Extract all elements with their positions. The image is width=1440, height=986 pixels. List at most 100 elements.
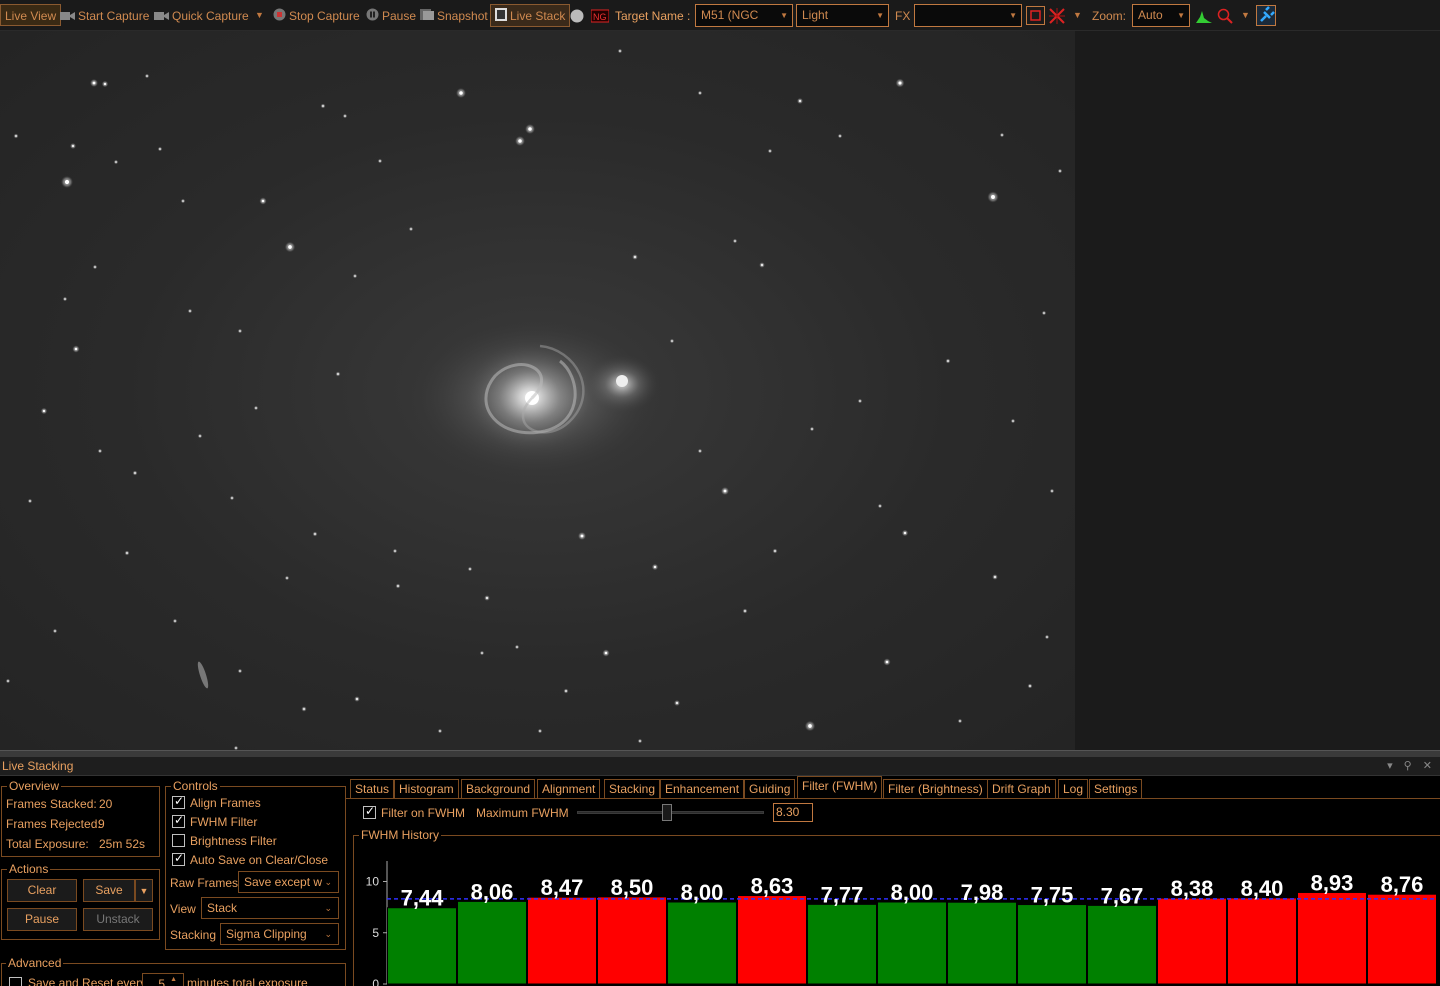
auto-save-checkbox[interactable]: [172, 851, 185, 866]
chevron-down-icon: ▼: [780, 11, 788, 20]
fx-label: FX: [895, 9, 911, 23]
filter-on-fwhm-checkbox[interactable]: [363, 804, 376, 819]
chevron-down-icon[interactable]: ▼: [255, 10, 264, 20]
stacking-select[interactable]: Sigma Clipping ⌄: [220, 923, 339, 945]
tab-status[interactable]: Status: [350, 779, 395, 799]
tab-stacking[interactable]: Stacking: [604, 779, 661, 799]
stack-icon: [495, 6, 507, 28]
frames-stacked-value: 20: [99, 797, 113, 811]
frame-type-value: Light Frames: [802, 8, 829, 22]
quick-capture-label: Quick Capture: [172, 9, 249, 23]
y-tick-label: 5: [372, 926, 379, 940]
bar-value-label: 7,44: [401, 886, 445, 911]
save-menu-button[interactable]: ▼: [135, 879, 153, 902]
cross-icon[interactable]: [1049, 5, 1065, 27]
raw-frames-select[interactable]: Save except w ⌄: [238, 871, 339, 893]
snapshot-label: Snapshot: [437, 9, 488, 23]
raw-frames-label: Raw Frames: [170, 876, 239, 890]
bar-value-label: 8,38: [1171, 876, 1214, 901]
save-button[interactable]: Save: [83, 879, 135, 902]
target-name-value: M51 (NGC 519: [701, 8, 759, 22]
tab-alignment[interactable]: Alignment: [537, 779, 601, 799]
live-view-label: Live View: [5, 9, 57, 23]
save-reset-checkbox[interactable]: [9, 977, 22, 986]
snapshot-icon: [420, 6, 434, 28]
bar-value-label: 8,93: [1311, 870, 1354, 895]
stop-capture-button[interactable]: Stop Capture: [273, 5, 360, 27]
fwhm-filter-checkbox[interactable]: [172, 813, 185, 828]
fwhm-bar: [1367, 893, 1437, 985]
chevron-down-icon: ▼: [1177, 11, 1185, 20]
max-fwhm-input[interactable]: 8.30: [773, 803, 813, 822]
fwhm-bar: [457, 900, 527, 985]
camera-icon: [60, 6, 75, 28]
bar-value-label: 8,06: [471, 879, 514, 904]
tab-filter-fwhm[interactable]: Filter (FWHM): [797, 776, 883, 799]
frames-rejected-value: 9: [98, 817, 105, 831]
reticle-toggle[interactable]: [1026, 6, 1045, 25]
tab-guiding[interactable]: Guiding: [744, 779, 796, 799]
toolbar: Live View Start Capture Quick Capture ▼ …: [0, 0, 1440, 31]
controls-title: Controls: [171, 779, 220, 793]
tab-filter-brightness[interactable]: Filter (Brightness): [883, 779, 988, 799]
chevron-down-icon[interactable]: ▼: [1241, 10, 1250, 20]
tab-log[interactable]: Log: [1058, 779, 1089, 799]
chevron-down-icon: ▼: [139, 886, 149, 896]
start-capture-label: Start Capture: [78, 9, 150, 23]
fwhm-bar: [667, 901, 737, 985]
splitter[interactable]: [0, 750, 1440, 757]
image-viewer[interactable]: [0, 31, 1075, 750]
brightness-filter-checkbox[interactable]: [172, 834, 185, 847]
pause-button[interactable]: Pause: [366, 5, 416, 27]
align-frames-checkbox[interactable]: [172, 794, 185, 809]
view-label: View: [170, 902, 196, 916]
edge-on-galaxy: [197, 661, 209, 689]
zoom-select[interactable]: Auto ▼: [1132, 4, 1190, 27]
live-stack-button[interactable]: Live Stack: [490, 4, 571, 28]
save-reset-value: 5: [158, 977, 165, 986]
raw-frames-value: Save except w: [244, 875, 323, 889]
live-view-button[interactable]: Live View: [0, 4, 62, 26]
tab-enhancement[interactable]: Enhancement: [660, 779, 745, 799]
bar-value-label: 8,00: [681, 880, 724, 905]
tab-settings[interactable]: Settings: [1089, 779, 1143, 799]
moon-icon[interactable]: [570, 5, 584, 27]
tab-background[interactable]: Background: [461, 779, 536, 799]
plug-icon[interactable]: [1256, 5, 1276, 26]
tab-histogram[interactable]: Histogram: [394, 779, 459, 799]
chevron-down-icon[interactable]: ▼: [1073, 10, 1082, 20]
fwhm-bar: [527, 896, 597, 985]
bar-value-label: 7,75: [1031, 883, 1074, 908]
pause-stack-button[interactable]: Pause: [7, 908, 77, 931]
max-fwhm-label: Maximum FWHM: [476, 806, 569, 820]
fx-select[interactable]: ▼: [914, 4, 1022, 27]
galaxy: [410, 318, 660, 478]
fwhm-bar: [1297, 891, 1367, 985]
advanced-title: Advanced: [6, 956, 64, 970]
bar-value-label: 8,47: [541, 875, 584, 900]
tab-drift-graph[interactable]: Drift Graph: [987, 779, 1056, 799]
pin-icon[interactable]: ▾ ⚲ ✕: [1387, 759, 1436, 772]
quick-capture-button[interactable]: Quick Capture: [154, 5, 249, 27]
start-capture-button[interactable]: Start Capture: [60, 5, 149, 27]
target-icon[interactable]: NG: [590, 5, 610, 27]
sky-image: [5, 48, 1063, 750]
fwhm-bar: [877, 901, 947, 985]
max-fwhm-slider-thumb[interactable]: [662, 804, 672, 821]
frame-type-select[interactable]: Light Frames ▼: [796, 4, 889, 27]
histogram-icon[interactable]: [1196, 5, 1212, 27]
snapshot-button[interactable]: Snapshot: [420, 5, 488, 27]
save-reset-stepper[interactable]: 5 ▲▼: [142, 973, 184, 986]
tab-underline: [346, 798, 1440, 799]
bar-value-label: 7,77: [821, 882, 864, 907]
bar-value-label: 8,50: [611, 875, 654, 900]
chevron-down-icon: ⌄: [324, 877, 332, 887]
target-name-select[interactable]: M51 (NGC 519 ▼: [695, 4, 793, 27]
svg-text:NG: NG: [593, 12, 607, 22]
clear-button[interactable]: Clear: [7, 879, 77, 902]
zoom-icon[interactable]: [1217, 5, 1233, 27]
chevron-down-icon: ⌄: [324, 903, 332, 913]
save-reset-label: Save and Reset every: [28, 976, 147, 986]
unstack-button[interactable]: Unstack: [83, 908, 153, 931]
view-select[interactable]: Stack ⌄: [201, 897, 339, 919]
